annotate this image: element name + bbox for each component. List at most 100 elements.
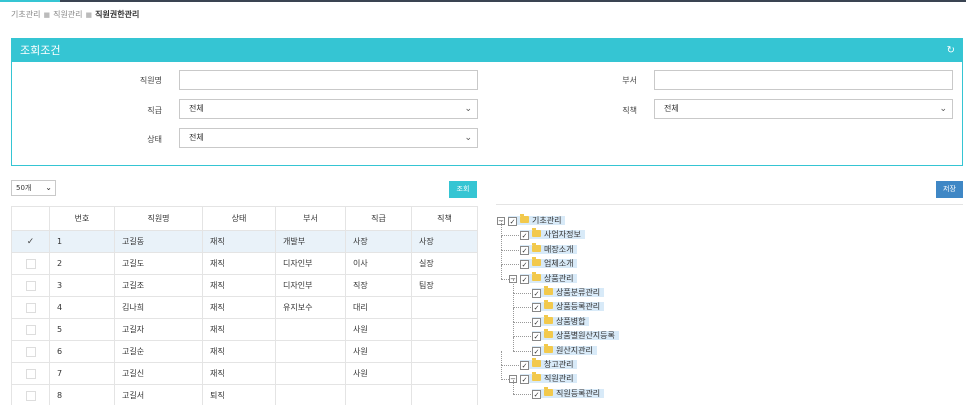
tree-node-body[interactable]: ✓ 상품병합: [532, 314, 590, 327]
row-checkbox[interactable]: [25, 346, 36, 357]
column-header[interactable]: 직급: [345, 206, 412, 231]
department-input[interactable]: [654, 70, 953, 90]
save-button[interactable]: 저장: [936, 181, 963, 198]
column-header[interactable]: 상태: [202, 206, 276, 231]
tree-node[interactable]: ✓ 창고관리: [509, 358, 578, 371]
table-row[interactable]: 3 고길조 재직 디자인부 직장 팀장: [11, 274, 478, 297]
table-row[interactable]: 4 김나희 재직 유지보수 대리: [11, 296, 478, 319]
tree-node[interactable]: ✓ 상품분류관리: [521, 286, 605, 299]
tree-node-body[interactable]: ✓ 상품분류관리: [532, 286, 605, 298]
tree-node[interactable]: − ✓ 기초관리: [497, 214, 566, 227]
tree-checkbox[interactable]: ✓: [520, 245, 529, 255]
tree-node-body[interactable]: ✓ 상품등록관리: [532, 300, 605, 313]
cell-status: 재직: [202, 296, 276, 319]
cell-grade: 사원: [345, 318, 412, 341]
tree-node[interactable]: ✓ 사업자정보: [509, 228, 585, 241]
tree-checkbox[interactable]: ✓: [532, 346, 541, 356]
tree-node[interactable]: ✓ 원산지관리: [521, 343, 597, 357]
tree-node-body[interactable]: ✓ 매장소개: [520, 242, 578, 255]
breadcrumb-item[interactable]: 기초관리: [11, 10, 40, 19]
row-checkbox[interactable]: [25, 302, 36, 313]
tree-node-label: 원산지관리: [556, 345, 593, 355]
cell-department: [275, 384, 346, 405]
row-checkbox-cell: [11, 252, 50, 275]
table-header-row: 번호 직원명 상태 부서 직급 직책: [11, 206, 478, 231]
tree-checkbox[interactable]: ✓: [520, 361, 529, 370]
folder-icon: [532, 242, 541, 252]
tree-checkbox[interactable]: ✓: [520, 274, 529, 284]
tree-node-body[interactable]: ✓ 직원등록관리: [532, 386, 605, 399]
cell-department: 디자인부: [275, 274, 346, 297]
tree-node-body[interactable]: ✓ 업체소개: [520, 257, 578, 270]
tree-node-label: 창고관리: [544, 360, 574, 369]
tree-node-body[interactable]: ✓ 사업자정보: [520, 228, 585, 241]
tree-connector: [513, 293, 514, 308]
table-row[interactable]: 5 고길자 재직 사원: [11, 318, 478, 341]
cell-department: [275, 340, 346, 363]
column-header[interactable]: 직원명: [114, 206, 203, 231]
tree-checkbox[interactable]: ✓: [520, 260, 529, 270]
row-checkbox[interactable]: [25, 368, 36, 379]
breadcrumb-item[interactable]: 직원관리: [53, 10, 82, 19]
tree-checkbox[interactable]: ✓: [532, 303, 541, 313]
tree-node[interactable]: ✓ 매장소개: [509, 242, 578, 256]
breadcrumb-current: 직원권한관리: [95, 10, 140, 19]
column-header[interactable]: 번호: [49, 206, 115, 231]
row-checkbox[interactable]: [25, 258, 36, 269]
cell-number: 2: [49, 252, 115, 275]
row-checkbox[interactable]: [25, 390, 36, 401]
tree-node-body[interactable]: ✓ 원산지관리: [532, 343, 597, 356]
cell-grade: 대리: [345, 296, 412, 319]
table-row[interactable]: 2 고길도 재직 디자인부 이사 실장: [11, 252, 478, 275]
column-header[interactable]: 직책: [411, 206, 478, 231]
tree-checkbox[interactable]: ✓: [532, 389, 541, 399]
row-checkbox[interactable]: [25, 280, 36, 291]
search-button[interactable]: 조회: [449, 181, 477, 198]
cell-department: [275, 318, 346, 341]
employee-name-input[interactable]: [179, 70, 478, 90]
employee-name-label: 직원명: [139, 76, 162, 85]
column-header[interactable]: 부서: [275, 206, 346, 231]
table-row[interactable]: 8 고길서 퇴직: [11, 384, 478, 405]
table-row[interactable]: ✓ 1 고길동 재직 개발부 사장 사장: [11, 230, 478, 253]
tree-checkbox[interactable]: ✓: [520, 375, 529, 385]
refresh-icon[interactable]: ↻: [947, 39, 955, 62]
breadcrumb-separator-icon: ■: [85, 11, 93, 19]
tree-node[interactable]: ✓ 상품등록관리: [521, 300, 605, 313]
tree-checkbox[interactable]: ✓: [520, 231, 529, 241]
page-size-select[interactable]: 50개 ⌄: [11, 180, 56, 196]
tree-node-label: 직원등록관리: [556, 388, 601, 398]
table-row[interactable]: 7 고길신 재직 사원: [11, 362, 478, 385]
status-select[interactable]: 전체 ⌄: [179, 128, 478, 148]
tree-checkbox[interactable]: ✓: [532, 289, 541, 298]
tree-node[interactable]: ✓ 상품병합: [521, 314, 590, 328]
table-row[interactable]: 6 고길순 재직 사원: [11, 340, 478, 363]
tree-connector: [501, 264, 502, 279]
cell-number: 6: [49, 340, 115, 363]
tree-node[interactable]: ✓ 상품별원산지등록: [521, 329, 619, 342]
position-select[interactable]: 전체 ⌄: [654, 99, 953, 119]
tree-connector: [513, 307, 514, 323]
tree-node-body[interactable]: ✓ 상품별원산지등록: [532, 329, 619, 342]
folder-icon: [544, 386, 553, 396]
tree-node[interactable]: − ✓ 상품관리: [509, 271, 578, 285]
tree-node-body[interactable]: ✓ 직원관리: [520, 372, 578, 385]
tree-checkbox[interactable]: ✓: [532, 332, 541, 342]
folder-icon: [532, 228, 541, 238]
grade-select[interactable]: 전체 ⌄: [179, 99, 478, 119]
tree-checkbox[interactable]: ✓: [532, 317, 541, 327]
row-checkbox[interactable]: [25, 324, 36, 335]
folder-icon: [532, 257, 541, 267]
row-checkbox[interactable]: ✓: [26, 237, 36, 247]
tree-node-body[interactable]: ✓ 창고관리: [520, 358, 578, 370]
tree-node[interactable]: − ✓ 직원관리: [509, 372, 578, 385]
grade-label: 직급: [147, 106, 162, 115]
tree-node[interactable]: ✓ 업체소개: [509, 257, 578, 270]
tree-checkbox[interactable]: ✓: [508, 217, 517, 226]
tree-node[interactable]: ✓ 직원등록관리: [521, 386, 605, 400]
cell-grade: 직장: [345, 274, 412, 297]
folder-icon: [544, 329, 553, 339]
tree-node-label: 매장소개: [544, 244, 574, 254]
tree-node-body[interactable]: ✓ 기초관리: [508, 214, 566, 226]
tree-node-body[interactable]: ✓ 상품관리: [520, 271, 578, 284]
